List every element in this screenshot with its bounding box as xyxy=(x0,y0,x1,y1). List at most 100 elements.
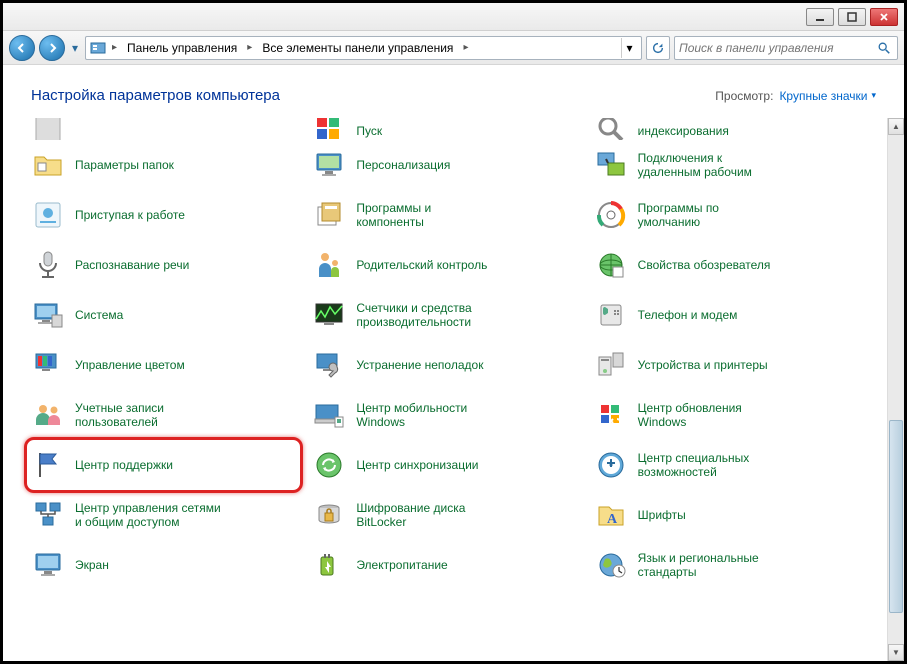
sync-icon xyxy=(312,448,346,482)
chevron-right-icon: ▸ xyxy=(110,42,119,53)
list-item[interactable]: Телефон и модем xyxy=(590,290,863,340)
start-icon xyxy=(312,120,346,138)
list-item[interactable]: Устройства и принтеры xyxy=(590,340,863,390)
list-item[interactable]: Подключения кудаленным рабочим xyxy=(590,140,863,190)
list-item[interactable]: Экран xyxy=(27,540,300,590)
display-icon xyxy=(31,548,65,582)
items-grid: Пуск индексирования Параметры папок Персона… xyxy=(3,118,887,661)
minimize-button[interactable] xyxy=(806,8,834,26)
list-item[interactable]: Приступая к работе xyxy=(27,190,300,240)
view-mode-dropdown[interactable]: Крупные значки xyxy=(779,89,876,103)
list-item[interactable]: Программы икомпоненты xyxy=(308,190,581,240)
scroll-down-button[interactable]: ▼ xyxy=(888,644,904,661)
list-item[interactable]: Родительский контроль xyxy=(308,240,581,290)
search-box[interactable] xyxy=(674,36,898,60)
address-bar[interactable]: ▸ Панель управления ▸ Все элементы панел… xyxy=(85,36,642,60)
forward-button[interactable] xyxy=(39,35,65,61)
item-label: Шрифты xyxy=(638,508,686,522)
scroll-up-button[interactable]: ▲ xyxy=(888,118,904,135)
parental-icon xyxy=(312,248,346,282)
search-input[interactable] xyxy=(679,41,875,55)
history-dropdown[interactable]: ▾ xyxy=(69,35,81,61)
color-icon xyxy=(31,348,65,382)
item-label: Язык и региональныестандарты xyxy=(638,551,759,580)
item-label: Программы икомпоненты xyxy=(356,201,431,230)
users-icon xyxy=(31,398,65,432)
item-label: Подключения кудаленным рабочим xyxy=(638,151,752,180)
list-item[interactable]: Центр синхронизации xyxy=(308,440,581,490)
list-item[interactable]: Счетчики и средствапроизводительности xyxy=(308,290,581,340)
address-dropdown[interactable]: ▾ xyxy=(621,38,637,58)
item-label: Счетчики и средствапроизводительности xyxy=(356,301,471,330)
list-item[interactable]: Программы поумолчанию xyxy=(590,190,863,240)
generic-icon xyxy=(31,120,65,138)
devices-icon xyxy=(594,348,628,382)
list-item[interactable]: Параметры папок xyxy=(27,140,300,190)
item-label: Устранение неполадок xyxy=(356,358,483,372)
list-item[interactable]: Система xyxy=(27,290,300,340)
content-header: Настройка параметров компьютера Просмотр… xyxy=(3,65,904,118)
internet-icon xyxy=(594,248,628,282)
system-icon xyxy=(31,298,65,332)
troubleshoot-icon xyxy=(312,348,346,382)
item-label: Приступая к работе xyxy=(75,208,185,222)
search-icon[interactable] xyxy=(875,39,893,57)
defaults-icon xyxy=(594,198,628,232)
list-item[interactable] xyxy=(27,118,300,140)
list-item[interactable]: Центр поддержки xyxy=(24,437,303,493)
list-item[interactable]: Центр мобильностиWindows xyxy=(308,390,581,440)
item-label: Центр управления сетямии общим доступом xyxy=(75,501,221,530)
breadcrumb-all-items[interactable]: Все элементы панели управления xyxy=(258,41,457,55)
phone-icon xyxy=(594,298,628,332)
list-item[interactable]: A Шрифты xyxy=(590,490,863,540)
list-item[interactable]: Распознавание речи xyxy=(27,240,300,290)
index-icon xyxy=(594,120,628,138)
flag-icon xyxy=(31,448,65,482)
list-item[interactable]: Центр управления сетямии общим доступом xyxy=(27,490,300,540)
item-label: Центр обновленияWindows xyxy=(638,401,742,430)
scrollbar: ▲ ▼ xyxy=(887,118,904,661)
maximize-button[interactable] xyxy=(838,8,866,26)
item-label: Программы поумолчанию xyxy=(638,201,719,230)
titlebar xyxy=(3,3,904,31)
scroll-track[interactable] xyxy=(888,135,904,644)
list-item[interactable]: Язык и региональныестандарты xyxy=(590,540,863,590)
bitlocker-icon xyxy=(312,498,346,532)
scroll-thumb[interactable] xyxy=(889,420,903,613)
item-label: Центр мобильностиWindows xyxy=(356,401,467,430)
item-label: Центр поддержки xyxy=(75,458,173,472)
item-label: Распознавание речи xyxy=(75,258,189,272)
list-item[interactable]: Учетные записипользователей xyxy=(27,390,300,440)
item-label: Электропитание xyxy=(356,558,447,572)
list-item[interactable]: Персонализация xyxy=(308,140,581,190)
ease-icon xyxy=(594,448,628,482)
list-item[interactable]: индексирования xyxy=(590,118,863,140)
view-label: Просмотр: xyxy=(715,89,773,103)
item-label: Устройства и принтеры xyxy=(638,358,768,372)
explorer-window: ▾ ▸ Панель управления ▸ Все элементы пан… xyxy=(0,0,907,664)
chevron-right-icon: ▸ xyxy=(461,42,470,53)
refresh-button[interactable] xyxy=(646,36,670,60)
list-item[interactable]: Управление цветом xyxy=(27,340,300,390)
back-button[interactable] xyxy=(9,35,35,61)
navigation-bar: ▾ ▸ Панель управления ▸ Все элементы пан… xyxy=(3,31,904,65)
list-item[interactable]: Центр специальныхвозможностей xyxy=(590,440,863,490)
list-item[interactable]: Центр обновленияWindows xyxy=(590,390,863,440)
svg-text:A: A xyxy=(607,512,618,527)
list-item[interactable]: Шифрование дискаBitLocker xyxy=(308,490,581,540)
list-item[interactable]: Пуск xyxy=(308,118,581,140)
list-item[interactable]: Свойства обозревателя xyxy=(590,240,863,290)
item-label: Центр специальныхвозможностей xyxy=(638,451,750,480)
item-label: Параметры папок xyxy=(75,158,174,172)
breadcrumb-control-panel[interactable]: Панель управления xyxy=(123,41,241,55)
chevron-right-icon: ▸ xyxy=(245,42,254,53)
getstarted-icon xyxy=(31,198,65,232)
close-button[interactable] xyxy=(870,8,898,26)
mic-icon xyxy=(31,248,65,282)
item-label: Экран xyxy=(75,558,109,572)
item-label: Система xyxy=(75,308,123,322)
monitor-icon xyxy=(312,148,346,182)
list-item[interactable]: Электропитание xyxy=(308,540,581,590)
item-label: индексирования xyxy=(638,124,729,138)
list-item[interactable]: Устранение неполадок xyxy=(308,340,581,390)
